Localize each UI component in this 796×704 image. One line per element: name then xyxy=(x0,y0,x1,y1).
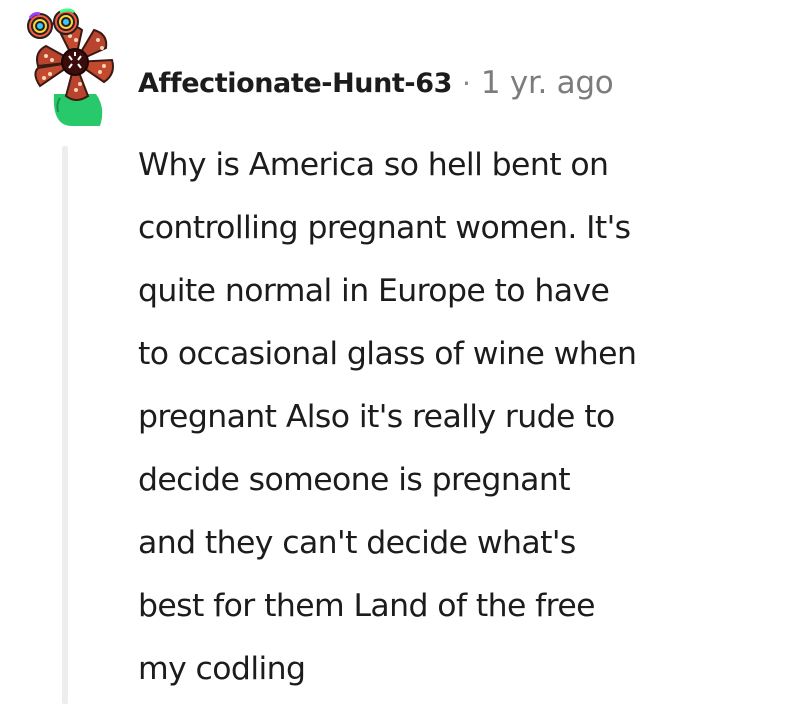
comment-body: Why is America so hell bent on controlli… xyxy=(138,147,637,687)
comment: Affectionate-Hunt-63 · 1 yr. ago Why is … xyxy=(0,0,796,704)
comment-timestamp[interactable]: 1 yr. ago xyxy=(481,65,614,101)
author-username[interactable]: Affectionate-Hunt-63 xyxy=(138,68,452,99)
comment-header: Affectionate-Hunt-63 · 1 yr. ago xyxy=(138,58,614,108)
meta-separator: · xyxy=(462,66,471,100)
thread-line[interactable] xyxy=(62,146,68,704)
user-avatar[interactable] xyxy=(20,8,126,126)
demogorgon-avatar-icon xyxy=(27,8,114,126)
